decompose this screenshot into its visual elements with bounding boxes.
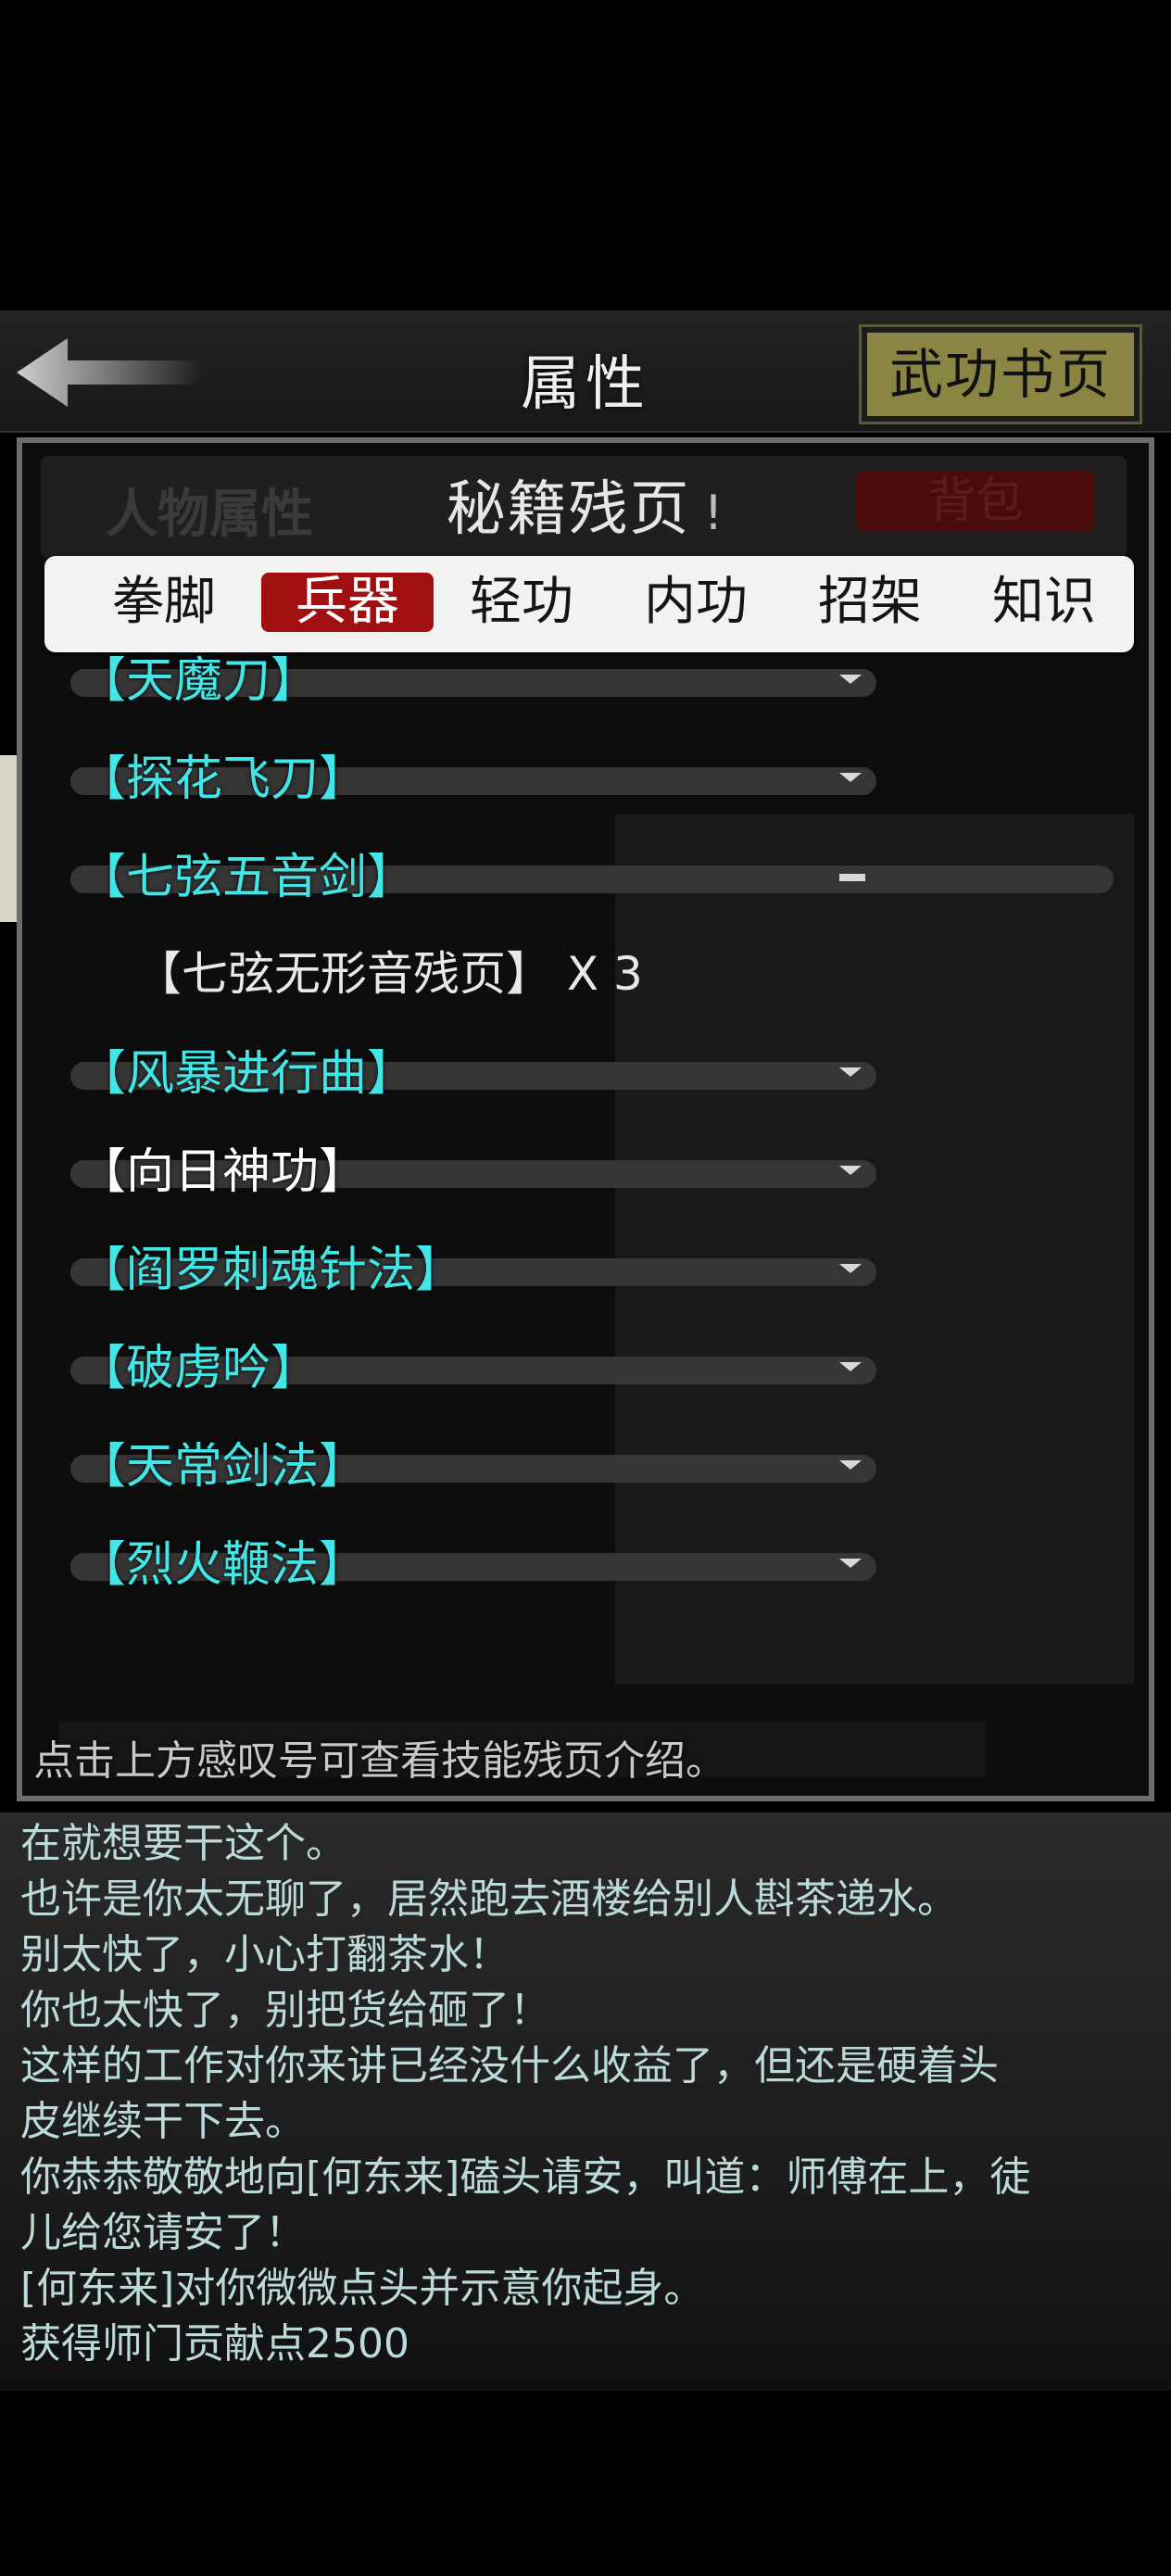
skill-name: 【向日神功】	[78, 1144, 368, 1200]
top-bar: 属性 武功书页	[0, 310, 1171, 433]
expand-caret-icon[interactable]	[839, 1460, 862, 1470]
message-log: 在就想要干这个。 也许是你太无聊了，居然跑去酒楼给别人斟茶递水。 别太快了，小心…	[0, 1812, 1171, 2391]
log-line: 你恭恭敬敬地向[何东来]磕头请安，叫道：师傅在上，徒	[20, 2153, 1031, 2201]
log-line: 获得师门贡献点2500	[20, 2320, 409, 2368]
section-title-label: 秘籍残页	[446, 475, 691, 544]
tab-zhishi[interactable]: 知识	[958, 573, 1130, 632]
skill-name: 【阎罗刺魂针法】	[78, 1243, 464, 1298]
expand-caret-icon[interactable]	[839, 1166, 862, 1175]
skill-name: 【烈火鞭法】	[78, 1537, 368, 1593]
skill-row[interactable]: 【天常剑法】	[50, 1434, 1125, 1527]
skill-list: 【天魔刀】 【探花飞刀】 【七弦五音剑】 【七弦无形音残页】 X 3 【风暴进行…	[22, 652, 1149, 1764]
tab-quanjiao[interactable]: 拳脚	[78, 573, 250, 632]
category-tabs: 拳脚 兵器 轻功 内功 招架 知识	[44, 556, 1134, 652]
tab-zhaojia[interactable]: 招架	[784, 573, 956, 632]
expand-caret-icon[interactable]	[839, 1559, 862, 1568]
skill-name: 【风暴进行曲】	[78, 1046, 416, 1102]
info-exclamation-button[interactable]: !	[704, 486, 725, 541]
expand-caret-icon[interactable]	[839, 675, 862, 684]
skill-row[interactable]: 【阎罗刺魂针法】	[50, 1238, 1125, 1331]
skill-name: 【探花飞刀】	[78, 751, 368, 807]
skill-row[interactable]: 【破虏吟】	[50, 1336, 1125, 1429]
expand-caret-icon[interactable]	[839, 1067, 862, 1077]
tab-neigong[interactable]: 内功	[610, 573, 782, 632]
skill-name: 【七弦五音剑】	[78, 850, 416, 905]
skill-row[interactable]: 【向日神功】	[50, 1140, 1125, 1232]
tab-bingqi[interactable]: 兵器	[261, 573, 434, 632]
skill-name: 【天魔刀】	[78, 653, 320, 709]
fragment-item[interactable]: 【七弦无形音残页】 X 3	[135, 941, 643, 1006]
skill-row[interactable]: 【风暴进行曲】	[50, 1042, 1125, 1134]
log-line: 别太快了，小心打翻茶水！	[20, 1931, 510, 1978]
log-line: 在就想要干这个。	[20, 1820, 346, 1867]
skill-name: 【天常剑法】	[78, 1439, 368, 1495]
log-line: 皮继续干下去。	[20, 2098, 306, 2145]
log-line: 你也太快了，别把货给砸了！	[20, 1987, 550, 2034]
skill-row[interactable]: 【天魔刀】	[50, 649, 1125, 741]
fragment-panel: 人物属性 背包 秘籍残页! 拳脚 兵器 轻功 内功 招架 知识 【天魔刀】 【探…	[17, 437, 1154, 1801]
skill-row[interactable]: 【探花飞刀】	[50, 747, 1125, 840]
collapse-minus-icon[interactable]	[839, 874, 865, 881]
log-line: 儿给您请安了！	[20, 2209, 306, 2256]
skill-row[interactable]: 【七弦五音剑】	[50, 845, 1125, 938]
section-title: 秘籍残页!	[22, 461, 1149, 547]
skill-name: 【破虏吟】	[78, 1341, 320, 1396]
tab-qinggong[interactable]: 轻功	[435, 573, 608, 632]
expand-caret-icon[interactable]	[839, 773, 862, 782]
log-line: 也许是你太无聊了，居然跑去酒楼给别人斟茶递水。	[20, 1875, 958, 1923]
log-line: 这样的工作对你来讲已经没什么收益了，但还是硬着头	[20, 2042, 999, 2090]
log-line: [何东来]对你微微点头并示意你起身。	[20, 2265, 705, 2312]
skill-row[interactable]: 【烈火鞭法】	[50, 1533, 1125, 1625]
martial-book-pages-button[interactable]: 武功书页	[859, 324, 1142, 424]
expand-caret-icon[interactable]	[839, 1362, 862, 1371]
hint-text: 点击上方感叹号可查看技能残页介绍。	[33, 1737, 726, 1785]
expand-caret-icon[interactable]	[839, 1264, 862, 1273]
